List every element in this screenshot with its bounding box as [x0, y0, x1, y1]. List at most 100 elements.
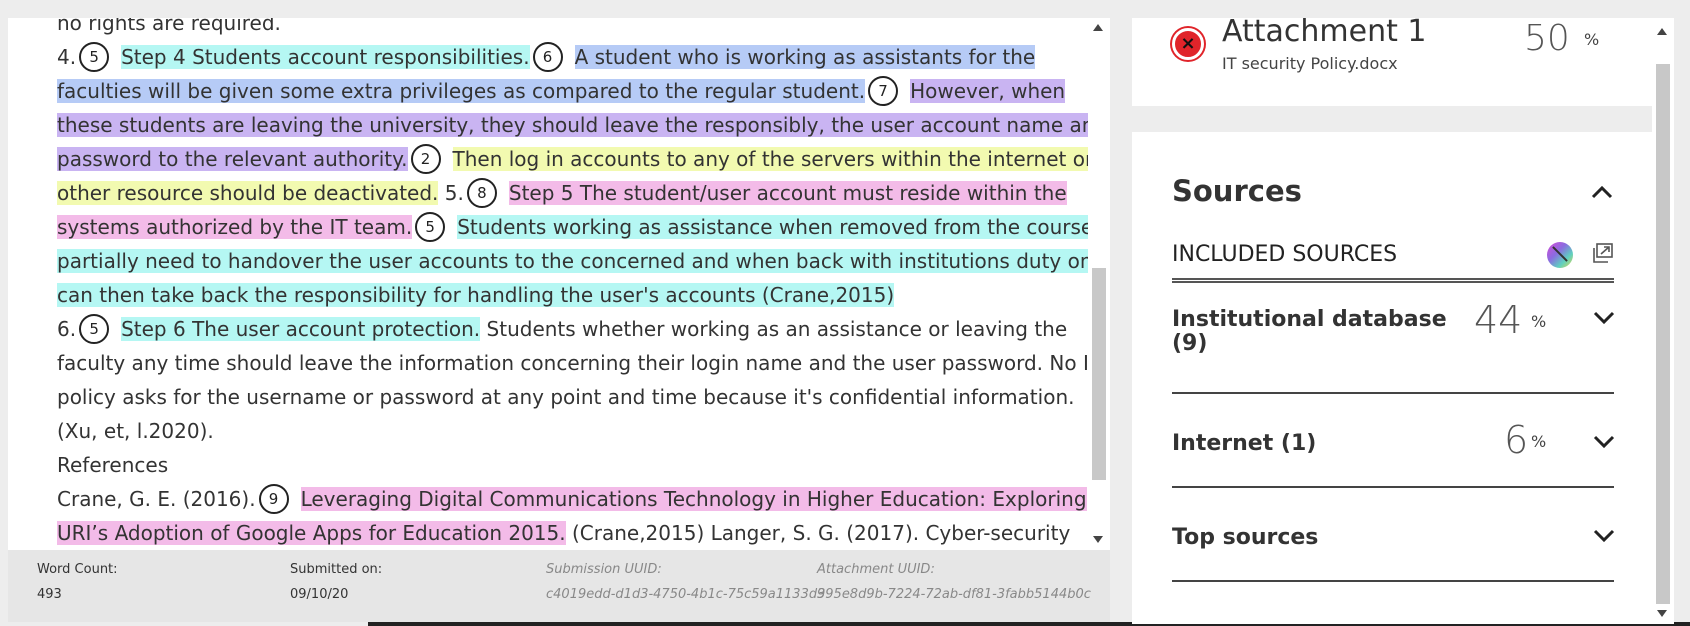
match-number-badge[interactable]: 5 — [79, 313, 110, 344]
attachment-uuid-value: 995e8d9b-7224-72ab-df81-3fabb5144b0c — [817, 587, 1091, 602]
word-count: Word Count: 493 — [37, 562, 118, 602]
attachment-percent-sign: % — [1584, 30, 1600, 49]
document-scrollbar[interactable] — [1088, 18, 1110, 550]
word-count-value: 493 — [37, 587, 62, 602]
sources-scroll-thumb[interactable] — [1656, 64, 1670, 604]
document-line: other resource should be deactivated. 5.… — [57, 176, 1067, 210]
document-scroll-thumb[interactable] — [1092, 268, 1106, 480]
document-line: systems authorized by the IT team. 5 Stude… — [57, 210, 1088, 244]
close-icon[interactable]: × — [1172, 28, 1204, 60]
highlighted-match-text[interactable]: other resource should be deactivated. — [57, 181, 439, 205]
source-filter-icon[interactable] — [1547, 242, 1573, 268]
document-text-run: policy asks for the username or password… — [57, 385, 1075, 409]
document-line: can then take back the responsibility fo… — [57, 278, 1037, 312]
match-number-badge[interactable]: 6 — [532, 41, 563, 72]
word-count-label: Word Count: — [37, 562, 118, 577]
source-row-top-sources[interactable]: Top sources — [1172, 488, 1616, 582]
submission-uuid-value: c4019edd-d1d3-4750-4b1c-75c59a1133d3 — [546, 587, 826, 602]
document-line: Crane, G. E. (2016). 9 Leveraging Digital … — [57, 482, 1087, 516]
expand-window-icon[interactable] — [1592, 242, 1614, 264]
included-sources-label: INCLUDED SOURCES — [1172, 242, 1398, 267]
document-line: (Xu, et, l.2020). — [57, 414, 1037, 448]
highlighted-match-text[interactable]: Step 6 The user account protection. — [121, 317, 481, 341]
source-name-count: (9) — [1172, 331, 1208, 356]
match-number-badge[interactable]: 7 — [868, 75, 899, 106]
document-pane: no rights are required. 4. 5 Step 4 Student… — [8, 18, 1088, 550]
attachment-uuid-label: Attachment UUID: — [817, 562, 935, 577]
source-percent-sign: % — [1531, 312, 1547, 331]
highlighted-match-text[interactable]: Step 4 Students account responsibilities… — [121, 45, 530, 69]
document-line: policy asks for the username or password… — [57, 380, 1074, 414]
attachment-title: Attachment 1 — [1222, 14, 1427, 49]
attachment-filename: IT security Policy.docx — [1222, 54, 1398, 73]
document-text-run: faculty any time should leave the inform… — [57, 351, 1088, 375]
document-text-run: no rights are required. — [57, 18, 281, 35]
source-percent: 6 — [1504, 418, 1529, 462]
highlighted-match-text[interactable]: Then log in accounts to any of the serve… — [452, 147, 1088, 171]
document-text: no rights are required. 4. 5 Step 4 Student… — [57, 18, 1088, 550]
submission-uuid-label: Submission UUID: — [546, 562, 662, 577]
submitted-on: Submitted on: 09/10/20 — [290, 562, 382, 602]
source-percent: 44 — [1474, 298, 1523, 342]
document-text-run: 6. — [57, 317, 77, 341]
document-text-run: References — [57, 453, 169, 477]
highlighted-match-text[interactable]: However, when — [910, 79, 1066, 103]
document-text-run: (Xu, et, l.2020). — [57, 419, 214, 443]
highlighted-match-text[interactable]: A student who is working as assistants f… — [574, 45, 1036, 69]
chevron-down-icon[interactable] — [1592, 434, 1616, 450]
document-line: 6. 5 Step 6 The user account protection. S… — [57, 312, 1067, 346]
highlighted-match-text[interactable]: partially need to handover the user acco… — [57, 249, 1088, 273]
match-number-badge[interactable]: 2 — [410, 143, 441, 174]
match-number-badge[interactable]: 8 — [466, 177, 497, 208]
attachment-percent: 50 — [1524, 18, 1570, 59]
document-line: faculties will be given some extra privi… — [57, 74, 1066, 108]
included-sources-rule — [1172, 278, 1614, 283]
scroll-up-arrow-icon[interactable] — [1657, 28, 1667, 35]
chevron-down-icon[interactable] — [1592, 310, 1616, 326]
source-name: Top sources — [1172, 525, 1319, 550]
highlighted-match-text[interactable]: faculties will be given some extra privi… — [57, 79, 866, 103]
submission-uuid: Submission UUID: c4019edd-d1d3-4750-4b1c… — [546, 562, 825, 602]
source-name: Internet (1) — [1172, 431, 1317, 456]
document-line: partially need to handover the user acco… — [57, 244, 1088, 278]
document-text-run: Crane, G. E. (2016). — [57, 487, 256, 511]
submission-footer: Word Count: 493 Submitted on: 09/10/20 S… — [8, 550, 1110, 622]
document-line: URI’s Adoption of Google Apps for Educat… — [57, 516, 1070, 550]
scroll-down-arrow-icon[interactable] — [1093, 536, 1103, 543]
sources-title: Sources — [1172, 174, 1302, 208]
attachment-uuid: Attachment UUID: 995e8d9b-7224-72ab-df81… — [817, 562, 1091, 602]
submitted-label: Submitted on: — [290, 562, 383, 577]
highlighted-match-text[interactable]: Leveraging Digital Communications Techno… — [300, 487, 1087, 511]
chevron-down-icon[interactable] — [1592, 528, 1616, 544]
source-name: Institutional database — [1172, 307, 1447, 332]
match-number-badge[interactable]: 5 — [415, 211, 446, 242]
sources-scrollbar[interactable] — [1652, 18, 1674, 624]
attachment-card[interactable]: × Attachment 1 IT security Policy.docx 5… — [1132, 14, 1652, 106]
chevron-up-icon[interactable] — [1590, 184, 1614, 200]
document-text-run: Students whether working as an assistanc… — [480, 317, 1068, 341]
source-row-internet[interactable]: Internet (1) 6 % — [1172, 394, 1616, 488]
highlighted-match-text[interactable]: these students are leaving the universit… — [57, 113, 1088, 137]
document-text-run: 5. — [438, 181, 464, 205]
scroll-up-arrow-icon[interactable] — [1093, 24, 1103, 31]
highlighted-match-text[interactable]: can then take back the responsibility fo… — [57, 283, 895, 307]
source-row-institutional[interactable]: Institutional database (9) 44 % — [1172, 298, 1616, 394]
match-number-badge[interactable]: 9 — [258, 483, 289, 514]
highlighted-match-text[interactable]: password to the relevant authority. — [57, 147, 408, 171]
document-line: References — [57, 448, 1037, 482]
document-line: password to the relevant authority. 2 Then… — [57, 142, 1088, 176]
highlighted-match-text[interactable]: systems authorized by the IT team. — [57, 215, 413, 239]
match-number-badge[interactable]: 5 — [79, 41, 110, 72]
highlighted-match-text[interactable]: Step 5 The student/user account must res… — [508, 181, 1067, 205]
scroll-down-arrow-icon[interactable] — [1657, 610, 1667, 617]
document-text-run: 4. — [57, 45, 77, 69]
sources-card: Sources INCLUDED SOURCES Institutional d… — [1132, 132, 1652, 624]
document-line: no rights are required. — [57, 18, 1037, 40]
highlighted-match-text[interactable]: Students working as assistance when remo… — [457, 215, 1088, 239]
document-text-run: (Crane,2015) Langer, S. G. (2017). Cyber… — [565, 521, 1071, 545]
sources-panel: × Attachment 1 IT security Policy.docx 5… — [1132, 14, 1652, 624]
document-line: 4. 5 Step 4 Students account responsibilit… — [57, 40, 1037, 74]
submitted-value: 09/10/20 — [290, 587, 349, 602]
source-percent-sign: % — [1531, 432, 1547, 451]
highlighted-match-text[interactable]: URI’s Adoption of Google Apps for Educat… — [57, 521, 566, 545]
